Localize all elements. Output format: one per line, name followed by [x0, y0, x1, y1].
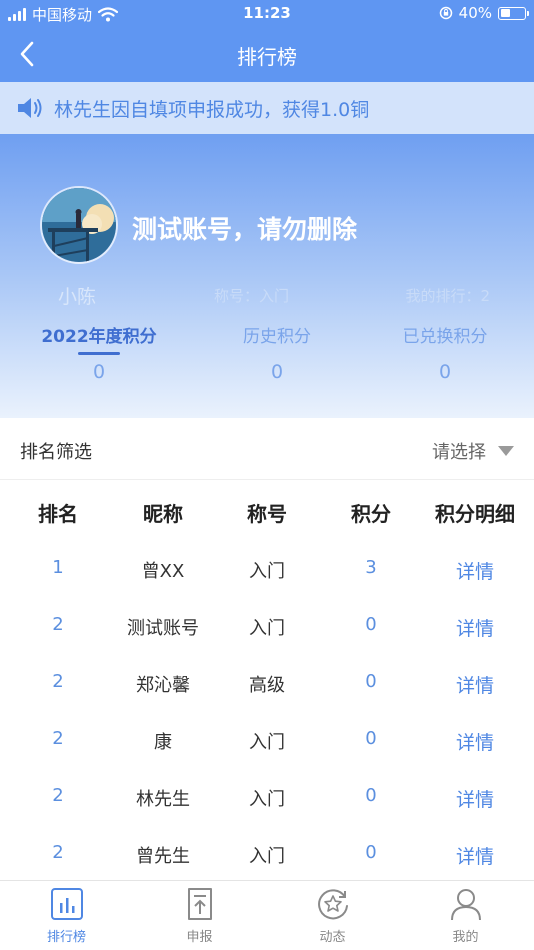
table-row: 2 郑沁馨 高级 0 详情 — [0, 654, 534, 711]
detail-link[interactable]: 详情 — [422, 614, 528, 641]
tab-value: 0 — [438, 361, 452, 383]
upload-doc-icon — [187, 888, 212, 920]
cell-nickname: 曾先生 — [136, 846, 190, 867]
rank-filter: 排名筛选 请选择 — [0, 418, 534, 480]
cell-nickname: 林先生 — [136, 789, 190, 810]
tab-annual-points[interactable]: 2022年度积分 0 — [10, 322, 188, 383]
bottom-tabbar: 排行榜 申报 动态 我的 — [0, 880, 534, 950]
top-bar: 中国移动 11:23 40% 排行榜 — [0, 0, 534, 82]
tabbar-label: 排行榜 — [46, 930, 86, 945]
person-icon — [450, 889, 481, 921]
tab-label: 历史积分 — [243, 327, 311, 347]
chevron-down-icon — [498, 446, 514, 456]
tab-history-points[interactable]: 历史积分 0 — [188, 322, 366, 383]
filter-placeholder: 请选择 — [432, 442, 486, 463]
tab-value: 0 — [92, 361, 106, 383]
detail-link[interactable]: 详情 — [422, 671, 528, 698]
table-row: 2 林先生 入门 0 详情 — [0, 768, 534, 825]
tabbar-activity[interactable]: 动态 — [266, 887, 399, 945]
cell-title: 入门 — [249, 789, 285, 810]
tabbar-declare[interactable]: 申报 — [133, 887, 266, 945]
cell-rank: 2 — [52, 614, 64, 635]
points-tabs: 2022年度积分 0 历史积分 0 已兑换积分 0 — [0, 322, 534, 392]
cell-nickname: 康 — [154, 732, 172, 753]
table-row: 1 曾XX 入门 3 详情 — [0, 540, 534, 597]
ranking-table: 1 曾XX 入门 3 详情 2 测试账号 入门 0 详情 2 郑沁馨 高级 0 … — [0, 540, 534, 882]
cell-points: 0 — [365, 614, 377, 635]
cell-title: 高级 — [249, 675, 285, 696]
tab-redeemed-points[interactable]: 已兑换积分 0 — [356, 322, 534, 383]
bar-chart-icon — [50, 888, 83, 920]
cell-rank: 2 — [52, 785, 64, 806]
tabbar-label: 我的 — [452, 930, 479, 945]
cell-nickname: 郑沁馨 — [136, 675, 190, 696]
battery-icon — [498, 6, 529, 20]
detail-link[interactable]: 详情 — [422, 728, 528, 755]
tabbar-label: 申报 — [186, 930, 213, 945]
header-detail: 积分明细 — [435, 502, 515, 526]
page-title: 排行榜 — [237, 45, 297, 69]
cell-points: 0 — [365, 671, 377, 692]
profile-meta: 小陈 称号：入门 我的排行：2 — [0, 282, 534, 308]
cell-rank: 2 — [52, 671, 64, 692]
cell-rank: 2 — [52, 842, 64, 863]
filter-label: 排名筛选 — [20, 442, 92, 463]
header-rank: 排名 — [38, 502, 78, 526]
filter-select[interactable]: 请选择 — [432, 438, 514, 464]
detail-link[interactable]: 详情 — [422, 557, 528, 584]
detail-link[interactable]: 详情 — [422, 785, 528, 812]
cell-points: 3 — [365, 557, 377, 578]
tab-value: 0 — [270, 361, 284, 383]
table-header: 排名 昵称 称号 积分 积分明细 — [0, 490, 534, 534]
tab-underline — [78, 352, 120, 355]
cell-title: 入门 — [249, 561, 285, 582]
cell-title: 入门 — [249, 618, 285, 639]
cell-nickname: 测试账号 — [127, 618, 199, 639]
tabbar-ranking[interactable]: 排行榜 — [0, 887, 133, 945]
cell-points: 0 — [365, 842, 377, 863]
tab-label: 已兑换积分 — [402, 327, 488, 347]
avatar[interactable] — [40, 186, 118, 264]
header-title: 称号 — [247, 502, 287, 526]
header-nickname: 昵称 — [143, 502, 183, 526]
table-row: 2 曾先生 入门 0 详情 — [0, 825, 534, 882]
battery-percent: 40% — [458, 4, 492, 22]
cell-title: 入门 — [249, 732, 285, 753]
nickname: 小陈 — [58, 286, 97, 308]
notice-text: 林先生因自填项申报成功，获得1.0铜 — [54, 98, 370, 121]
cell-points: 0 — [365, 728, 377, 749]
tab-label: 2022年度积分 — [41, 327, 157, 347]
table-row: 2 测试账号 入门 0 详情 — [0, 597, 534, 654]
cell-title: 入门 — [249, 846, 285, 867]
detail-link[interactable]: 详情 — [422, 842, 528, 869]
orientation-lock-icon — [439, 6, 452, 20]
status-right: 40% — [439, 4, 529, 22]
cell-nickname: 曾XX — [141, 561, 185, 582]
account-name: 测试账号，请勿删除 — [132, 215, 358, 244]
profile-card: 测试账号，请勿删除 小陈 称号：入门 我的排行：2 2022年度积分 0 历史积… — [0, 134, 534, 418]
my-rank: 我的排行：2 — [405, 287, 490, 305]
user-title: 称号：入门 — [214, 287, 290, 305]
cell-rank: 1 — [52, 557, 64, 578]
star-circle-icon — [317, 889, 348, 920]
table-row: 2 康 入门 0 详情 — [0, 711, 534, 768]
header-points: 积分 — [351, 502, 391, 526]
tabbar-label: 动态 — [319, 930, 346, 945]
speaker-icon — [18, 98, 42, 118]
status-bar: 中国移动 11:23 40% — [0, 0, 534, 28]
notice-bar: 林先生因自填项申报成功，获得1.0铜 — [0, 82, 534, 134]
tabbar-mine[interactable]: 我的 — [399, 887, 532, 945]
cell-points: 0 — [365, 785, 377, 806]
cell-rank: 2 — [52, 728, 64, 749]
